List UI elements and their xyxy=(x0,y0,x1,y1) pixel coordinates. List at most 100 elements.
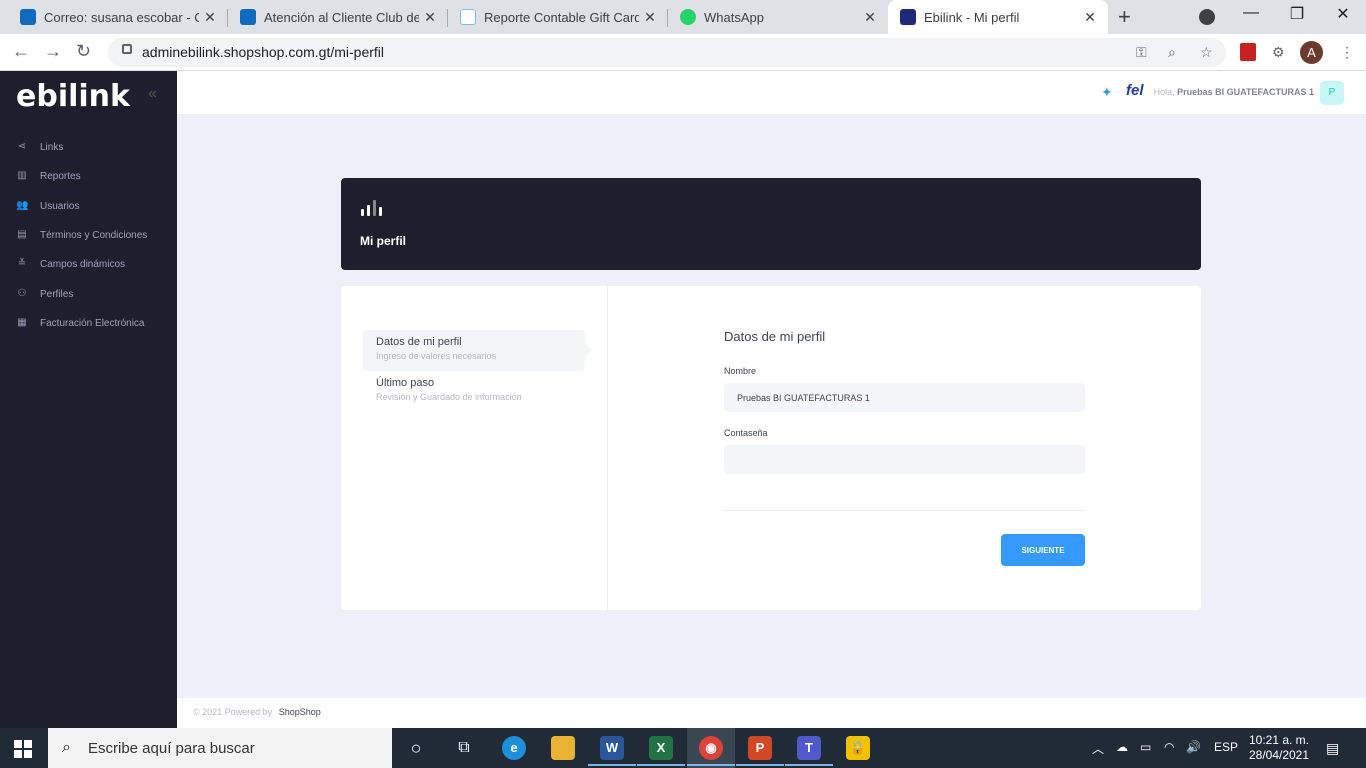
close-icon[interactable]: ✕ xyxy=(202,9,218,26)
tab-title: Correo: susana escobar - Outl xyxy=(44,9,199,25)
excel-icon[interactable]: X xyxy=(637,736,685,766)
wizard-step-datos[interactable]: Datos de mi perfil Ingreso de valores ne… xyxy=(363,330,585,371)
onedrive-icon[interactable]: ☁ xyxy=(1116,740,1128,754)
taskbar-search-placeholder[interactable]: Escribe aquí para buscar xyxy=(88,740,255,757)
chevron-up-icon[interactable]: ︿ xyxy=(1092,740,1104,757)
user-greeting[interactable]: Hola, Pruebas BI GUATEFACTURAS 1 xyxy=(1154,87,1314,97)
lock-icon[interactable] xyxy=(122,44,132,54)
footer-text: © 2021 Powered by ShopShop xyxy=(193,707,321,717)
close-icon[interactable]: ✕ xyxy=(422,9,438,26)
next-button[interactable]: SIGUIENTE xyxy=(1001,534,1085,566)
outlook-icon xyxy=(20,9,36,25)
browser-tab[interactable]: Correo: susana escobar - Outl ✕ xyxy=(0,0,228,34)
ebilink-logo[interactable]: ebilink xyxy=(16,79,130,114)
url-text[interactable]: adminebilink.shopshop.com.gt/mi-perfil xyxy=(142,44,384,60)
password-field[interactable] xyxy=(724,445,1085,474)
close-icon[interactable]: ✕ xyxy=(642,9,658,26)
extensions-icon[interactable]: ⚙ xyxy=(1272,44,1285,61)
outlook-icon xyxy=(240,9,256,25)
battery-icon[interactable]: ▭ xyxy=(1140,740,1151,754)
sidebar-item-usuarios[interactable]: 👥 Usuarios xyxy=(16,196,79,216)
document-icon xyxy=(460,9,476,25)
sidebar-item-label: Perfiles xyxy=(40,288,74,300)
reload-icon[interactable]: ↻ xyxy=(76,41,91,62)
tab-search-icon[interactable] xyxy=(1199,9,1215,25)
zoom-icon[interactable]: ⌕ xyxy=(1168,44,1176,61)
user-avatar-badge[interactable]: P xyxy=(1320,81,1344,105)
wifi-icon[interactable]: ◠ xyxy=(1164,740,1174,754)
sidebar-item-reportes[interactable]: ▥ Reportes xyxy=(16,166,80,186)
sidebar-item-terminos[interactable]: ▤ Términos y Condiciones xyxy=(16,225,147,245)
page-footer: © 2021 Powered by ShopShop xyxy=(177,698,1366,728)
language-indicator[interactable]: ESP xyxy=(1214,740,1238,754)
wizard-card: Datos de mi perfil Ingreso de valores ne… xyxy=(341,286,1201,610)
step-title: Último paso xyxy=(376,377,435,389)
minimize-button[interactable]: — xyxy=(1236,4,1266,22)
chrome-icon[interactable]: ◉ xyxy=(687,736,735,766)
forward-icon[interactable]: → xyxy=(44,41,62,62)
sidebar-item-links[interactable]: ⋖ Links xyxy=(16,137,64,157)
close-window-button[interactable]: ✕ xyxy=(1328,4,1358,24)
step-title: Datos de mi perfil xyxy=(376,336,462,348)
tab-title: Atención al Cliente Club de Co xyxy=(264,9,419,25)
password-label: Contaseña xyxy=(724,428,768,438)
user-name: Pruebas BI GUATEFACTURAS 1 xyxy=(1177,87,1314,97)
whatsapp-icon xyxy=(680,9,696,25)
sidebar-item-perfiles[interactable]: ⚇ Perfiles xyxy=(16,284,74,304)
new-tab-button[interactable]: + xyxy=(1118,4,1131,30)
lock-app-icon[interactable]: 🔒 xyxy=(846,736,870,760)
powerpoint-icon[interactable]: P xyxy=(736,736,784,766)
edge-icon[interactable]: e xyxy=(502,736,526,760)
share-icon: ⋖ xyxy=(17,141,27,152)
greeting-text: Hola, xyxy=(1153,87,1175,97)
sidebar-item-label: Links xyxy=(40,141,64,153)
collapse-sidebar-icon[interactable]: « xyxy=(148,85,157,103)
back-icon[interactable]: ← xyxy=(12,41,30,62)
teams-icon[interactable]: T xyxy=(785,736,833,766)
sidebar-item-label: Campos dinámicos xyxy=(40,258,126,270)
pdf-extension-icon[interactable] xyxy=(1240,43,1256,61)
menu-icon[interactable]: ⋮ xyxy=(1340,44,1354,61)
file-explorer-icon[interactable] xyxy=(551,736,575,760)
browser-tab[interactable]: Reporte Contable Gift Cards - ✕ xyxy=(448,0,668,34)
step-subtitle: Ingreso de valores necesarios xyxy=(376,351,497,361)
bookmark-star-icon[interactable]: ☆ xyxy=(1200,44,1213,61)
browser-tab[interactable]: WhatsApp ✕ xyxy=(668,0,888,34)
sliders-icon: ≚ xyxy=(17,258,27,269)
task-view-icon[interactable]: ⧉ xyxy=(452,736,476,760)
search-icon: ⌕ xyxy=(62,739,71,756)
key-icon[interactable]: ⚿ xyxy=(1136,44,1147,61)
notification-center-icon[interactable]: ▤ xyxy=(1326,740,1339,757)
active-step-arrow xyxy=(585,343,592,357)
wizard-step-ultimo[interactable]: Último paso Revisión y Guardado de infor… xyxy=(363,371,585,412)
cortana-icon[interactable]: ○ xyxy=(404,736,428,760)
bar-chart-icon xyxy=(361,200,383,216)
sidebar-item-label: Términos y Condiciones xyxy=(40,229,148,241)
document-icon: ▤ xyxy=(17,229,27,240)
profile-avatar[interactable]: A xyxy=(1300,41,1323,64)
profiles-icon: ⚇ xyxy=(17,288,27,299)
sidebar-item-facturacion[interactable]: ▦ Facturación Electrónica xyxy=(16,313,145,333)
invoice-icon: ▦ xyxy=(17,317,27,328)
footer-brand-link[interactable]: ShopShop xyxy=(279,707,321,717)
form-divider xyxy=(724,510,1085,511)
step-subtitle: Revisión y Guardado de información xyxy=(376,392,522,402)
windows-start-icon[interactable] xyxy=(14,740,32,758)
browser-tab-active[interactable]: Ebilink - Mi perfil ✕ xyxy=(888,0,1108,34)
sidebar-item-label: Facturación Electrónica xyxy=(40,317,145,329)
clock-time: 10:21 a. m. xyxy=(1248,733,1310,747)
copyright-text: © 2021 Powered by xyxy=(193,707,273,717)
page-title: Mi perfil xyxy=(360,234,407,248)
word-icon[interactable]: W xyxy=(588,736,636,766)
name-field[interactable] xyxy=(724,383,1085,412)
restore-button[interactable]: ❐ xyxy=(1282,4,1312,24)
page-banner: Mi perfil xyxy=(341,178,1201,270)
system-clock[interactable]: 10:21 a. m. 28/04/2021 xyxy=(1246,733,1312,763)
close-icon[interactable]: ✕ xyxy=(862,9,878,26)
browser-tab[interactable]: Atención al Cliente Club de Co ✕ xyxy=(228,0,448,34)
sidebar-item-campos-dinamicos[interactable]: ≚ Campos dinámicos xyxy=(16,254,125,274)
top-header: Hola, Pruebas BI GUATEFACTURAS 1 xyxy=(177,71,1366,114)
close-icon[interactable]: ✕ xyxy=(1082,9,1098,26)
name-label: Nombre xyxy=(724,366,757,376)
volume-icon[interactable]: 🔊 xyxy=(1186,740,1201,754)
